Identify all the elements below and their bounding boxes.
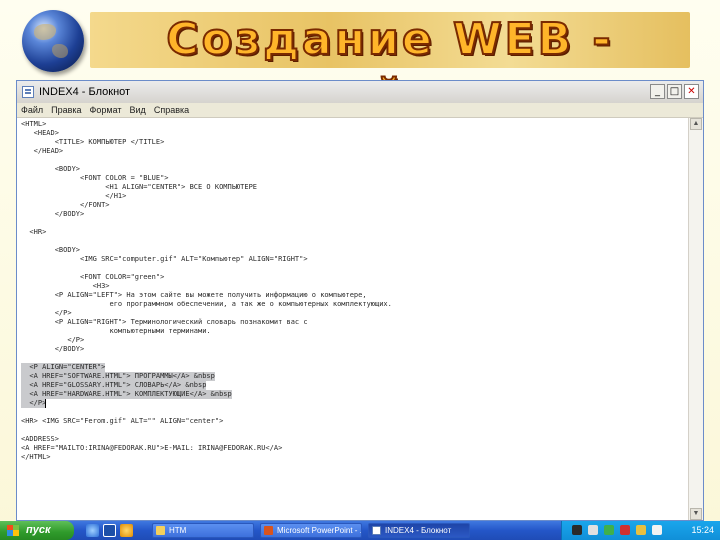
- editor-line: <A HREF="SOFTWARE.HTML"> ПРОГРАММЫ</A> &…: [21, 372, 215, 381]
- language-icon[interactable]: [572, 525, 582, 535]
- editor-line: <HTML>: [21, 120, 47, 128]
- scroll-down-icon[interactable]: ▼: [690, 508, 702, 520]
- editor-line: </HTML>: [21, 453, 51, 461]
- task-label: INDEX4 - Блокнот: [385, 526, 452, 535]
- window-titlebar[interactable]: INDEX4 - Блокнот _ □ ✕: [17, 81, 703, 104]
- editor-line: </BODY>: [21, 345, 85, 353]
- editor-line: <FONT COLOR = "BLUE">: [21, 174, 169, 182]
- minimize-button[interactable]: _: [650, 84, 665, 99]
- folder-icon: [156, 526, 165, 535]
- security-icon[interactable]: [620, 525, 630, 535]
- editor-line: <P ALIGN="RIGHT"> Терминологический слов…: [21, 318, 308, 326]
- text-editor[interactable]: <HTML> <HEAD> <TITLE> КОМПЬЮТЕР </TITLE>…: [17, 118, 689, 520]
- globe-icon: [22, 10, 84, 72]
- title-strip: Создание WEB - сайта: [90, 12, 690, 122]
- editor-line: <P ALIGN="CENTER">: [21, 363, 106, 372]
- close-button[interactable]: ✕: [684, 84, 699, 99]
- editor-line: </P>: [21, 399, 47, 408]
- editor-line: <A HREF="HARDWARE.HTML"> КОМПЛЕКТУЮЩИЕ</…: [21, 390, 232, 399]
- scroll-up-icon[interactable]: ▲: [690, 118, 702, 130]
- editor-line: <BODY>: [21, 165, 81, 173]
- editor-line: <A HREF="MAILTO:IRINA@FEDORAK.RU">E-MAIL…: [21, 444, 283, 452]
- slide-title: Создание WEB - сайта: [165, 13, 614, 122]
- menu-format[interactable]: Формат: [90, 103, 122, 117]
- editor-line: <HR> <IMG SRC="Ferom.gif" ALT="" ALIGN="…: [21, 417, 224, 425]
- editor-line: </HEAD>: [21, 147, 64, 155]
- vertical-scrollbar[interactable]: ▲ ▼: [688, 118, 703, 520]
- clock[interactable]: 15:24: [691, 521, 714, 540]
- windows-logo-icon: [7, 525, 19, 536]
- window-controls: _ □ ✕: [650, 84, 699, 100]
- menu-help[interactable]: Справка: [154, 103, 189, 117]
- menu-view[interactable]: Вид: [130, 103, 146, 117]
- editor-line: </FONT>: [21, 201, 110, 209]
- editor-line: </P>: [21, 336, 85, 344]
- editor-line: компьютерными терминами.: [21, 327, 211, 335]
- editor-line: </BODY>: [21, 210, 85, 218]
- notepad-icon[interactable]: [22, 86, 34, 98]
- editor-line: его программном обеспечении, а так же о …: [21, 300, 392, 308]
- network-icon[interactable]: [588, 525, 598, 535]
- editor-line: <HEAD>: [21, 129, 59, 137]
- editor-line: <BODY>: [21, 246, 81, 254]
- task-label: HTM: [169, 526, 187, 535]
- outlook-icon[interactable]: [103, 524, 116, 537]
- maximize-button[interactable]: □: [667, 84, 682, 99]
- window-title: INDEX4 - Блокнот: [39, 86, 131, 98]
- task-label: Microsoft PowerPoint - ...: [277, 526, 362, 535]
- editor-line: </H1>: [21, 192, 127, 200]
- editor-line: <A HREF="GLOSSARY.HTML"> СЛОВАРЬ</A> &nb…: [21, 381, 207, 390]
- start-label: пуск: [26, 524, 51, 536]
- editor-line: <H3>: [21, 282, 110, 290]
- text-cursor: [45, 399, 46, 408]
- editor-line: <HR>: [21, 228, 47, 236]
- task-folder[interactable]: HTM: [152, 523, 254, 538]
- start-button[interactable]: пуск: [0, 521, 74, 540]
- ie-icon[interactable]: [86, 524, 99, 537]
- editor-line: <IMG SRC="computer.gif" ALT="Компьютер" …: [21, 255, 308, 263]
- menu-bar: Файл Правка Формат Вид Справка: [17, 103, 703, 118]
- task-powerpoint[interactable]: Microsoft PowerPoint - ...: [260, 523, 362, 538]
- slide-banner: Создание WEB - сайта: [0, 0, 720, 122]
- editor-line: <ADDRESS>: [21, 435, 59, 443]
- editor-line: <TITLE> КОМПЬЮТЕР </TITLE>: [21, 138, 165, 146]
- menu-file[interactable]: Файл: [21, 103, 43, 117]
- editor-line: </P>: [21, 309, 72, 317]
- notepad-icon: [372, 526, 381, 535]
- powerpoint-icon: [264, 526, 273, 535]
- notepad-window: INDEX4 - Блокнот _ □ ✕ Файл Правка Форма…: [16, 80, 704, 521]
- media-icon[interactable]: [120, 524, 133, 537]
- system-tray: 15:24: [561, 521, 720, 540]
- editor-line: <FONT COLOR="green">: [21, 273, 165, 281]
- editor-line: <H1 ALIGN="CENTER"> ВСЕ О КОМПЬЮТЕРЕ: [21, 183, 258, 191]
- volume-icon[interactable]: [636, 525, 646, 535]
- task-notepad[interactable]: INDEX4 - Блокнот: [368, 523, 470, 538]
- menu-edit[interactable]: Правка: [51, 103, 81, 117]
- taskbar: пуск HTM Microsoft PowerPoint - ... INDE…: [0, 521, 720, 540]
- editor-line: <P ALIGN="LEFT"> На этом сайте вы можете…: [21, 291, 367, 299]
- antivirus-icon[interactable]: [604, 525, 614, 535]
- tray-app-icon[interactable]: [652, 525, 662, 535]
